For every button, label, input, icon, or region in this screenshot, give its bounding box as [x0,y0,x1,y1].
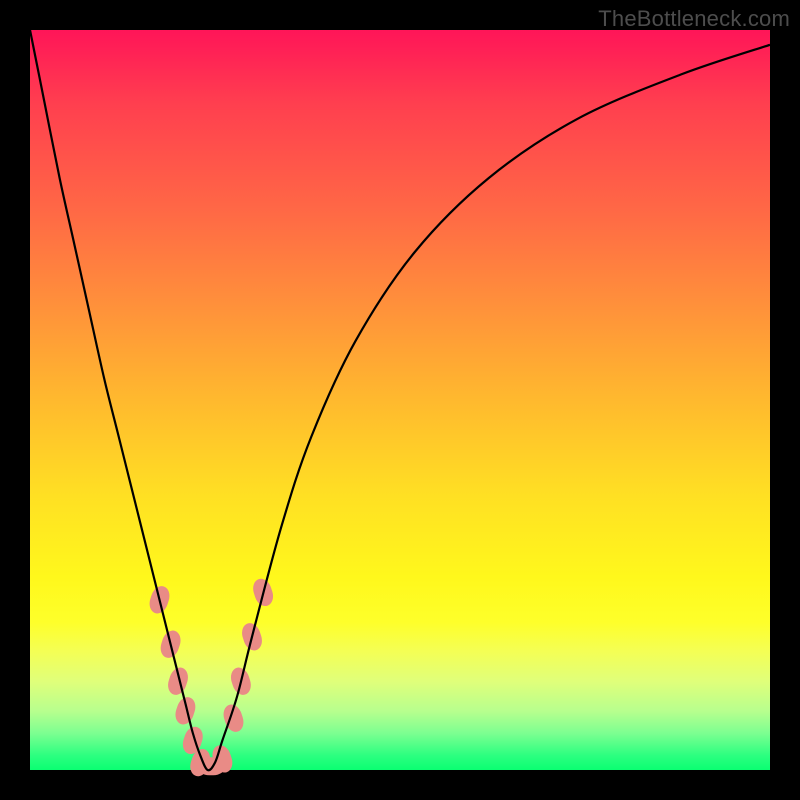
curve-layer [30,30,770,770]
watermark-text: TheBottleneck.com [598,6,790,32]
bottleneck-curve-path [30,30,770,770]
plot-area [30,30,770,770]
chart-frame: TheBottleneck.com [0,0,800,800]
marker-group [147,576,276,778]
